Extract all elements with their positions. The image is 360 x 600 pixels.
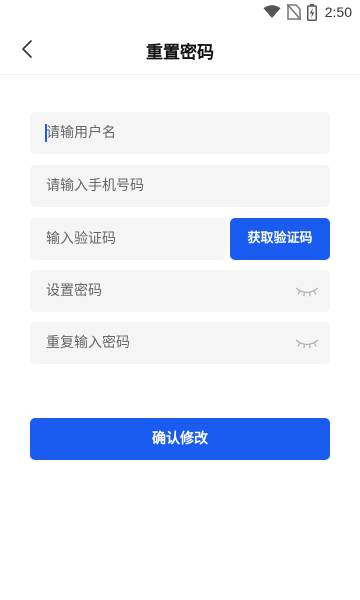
status-bar: 2:50 bbox=[0, 0, 360, 24]
phone-field bbox=[30, 165, 330, 207]
password-repeat-field bbox=[30, 322, 330, 364]
status-time: 2:50 bbox=[324, 4, 352, 20]
password-field bbox=[30, 270, 330, 312]
password-input[interactable] bbox=[30, 270, 330, 312]
phone-input[interactable] bbox=[30, 165, 330, 207]
status-icons: 2:50 bbox=[263, 3, 352, 21]
password-repeat-input[interactable] bbox=[30, 322, 330, 364]
username-input[interactable] bbox=[30, 112, 330, 154]
code-field bbox=[30, 218, 226, 260]
wifi-icon bbox=[263, 5, 281, 19]
confirm-button[interactable]: 确认修改 bbox=[30, 418, 330, 460]
eye-closed-icon[interactable] bbox=[294, 334, 320, 352]
eye-closed-icon[interactable] bbox=[294, 282, 320, 300]
code-input[interactable] bbox=[30, 218, 226, 260]
no-sim-icon bbox=[286, 4, 301, 20]
username-field bbox=[30, 112, 330, 154]
nav-bar: 重置密码 bbox=[0, 24, 360, 75]
page-title: 重置密码 bbox=[146, 43, 214, 63]
get-code-button[interactable]: 获取验证码 bbox=[230, 218, 330, 260]
battery-icon bbox=[306, 3, 317, 21]
